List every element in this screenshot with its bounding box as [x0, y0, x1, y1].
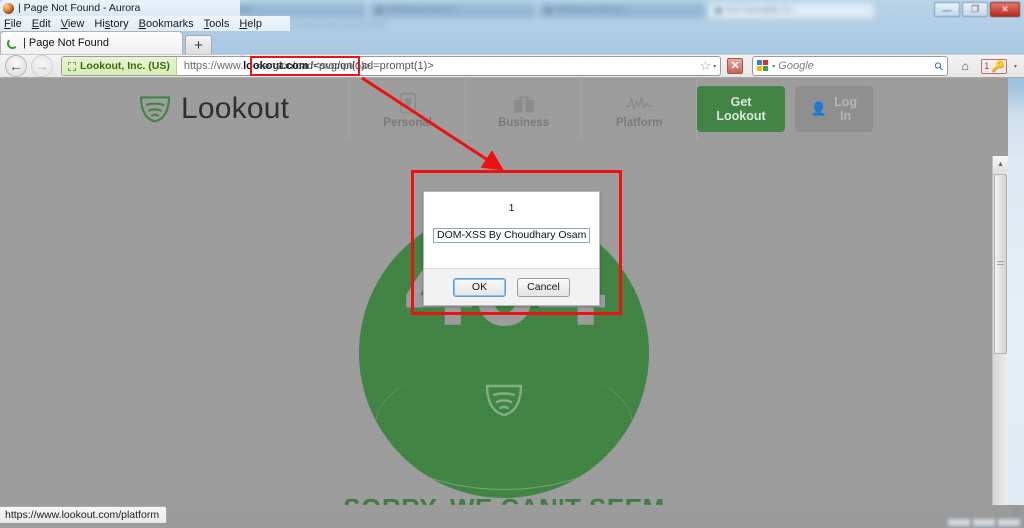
- site-identity-label: Lookout, Inc. (US): [80, 60, 170, 72]
- search-input[interactable]: Google: [778, 60, 932, 72]
- site-identity-lock-icon: [68, 61, 76, 71]
- status-link-url: https://www.lookout.com/platform: [0, 506, 168, 523]
- menu-history[interactable]: History: [94, 18, 128, 30]
- resize-grip-icon[interactable]: [1012, 508, 1021, 516]
- scrollbar-grip-icon: [997, 261, 1004, 267]
- cancel-button[interactable]: Cancel: [517, 277, 570, 297]
- header-actions: Get Lookout 👤 Log In: [697, 86, 873, 132]
- tab-page-not-found[interactable]: | Page Not Found: [0, 31, 183, 54]
- get-lookout-button[interactable]: Get Lookout: [697, 86, 785, 132]
- scroll-up-button[interactable]: ▲: [993, 156, 1008, 172]
- chevron-down-icon[interactable]: ▾: [713, 63, 716, 70]
- nav-label: Personal: [383, 116, 432, 129]
- briefcase-icon: [513, 90, 535, 114]
- new-tab-button[interactable]: +: [185, 35, 212, 54]
- site-nav: Personal Business Platform: [349, 79, 698, 139]
- menu-edit[interactable]: Edit: [32, 18, 51, 30]
- javascript-prompt-dialog: 1 OK Cancel: [423, 191, 600, 306]
- pulse-waveform-icon: [625, 90, 653, 114]
- toolbar-overflow-icon[interactable]: ▾: [1014, 63, 1017, 70]
- dialog-message: 1: [508, 202, 515, 214]
- nav-item-personal[interactable]: Personal: [349, 79, 465, 139]
- dialog-footer: OK Cancel: [424, 268, 599, 305]
- lookout-shield-icon: [483, 383, 525, 417]
- person-icon: 👤: [810, 101, 828, 116]
- search-bar[interactable]: ▾ Google ⚲: [752, 56, 949, 76]
- error-message: SORRY, WE CAN'T SEEM: [343, 493, 664, 505]
- url-host: lookout.com: [243, 60, 309, 72]
- tabstrip: | Page Not Found +: [0, 31, 215, 54]
- logo-text: Lookout: [181, 92, 290, 125]
- forward-button[interactable]: →: [31, 55, 53, 77]
- window-titlebar: | Page Not Found - Aurora: [0, 0, 240, 16]
- lookout-logo[interactable]: Lookout: [138, 92, 289, 126]
- navigation-toolbar: ← → Lookout, Inc. (US) https://www.looko…: [0, 54, 1024, 78]
- url-path: /<svg/onload=prompt(1)>: [310, 60, 434, 72]
- dialog-body: 1: [424, 192, 599, 268]
- tab-label: | Page Not Found: [23, 37, 110, 49]
- lookout-shield-icon: [138, 95, 172, 123]
- window-title: | Page Not Found - Aurora: [18, 2, 141, 14]
- scrollbar-thumb[interactable]: [994, 174, 1007, 354]
- aurora-orb-icon: [3, 2, 14, 14]
- nav-item-platform[interactable]: Platform: [581, 79, 698, 139]
- back-button[interactable]: ←: [5, 55, 27, 77]
- site-header: Lookout Personal Business Platform Get L…: [0, 78, 1008, 140]
- decorative-arc: [375, 360, 633, 490]
- menu-tools[interactable]: Tools: [204, 18, 230, 30]
- addon-badge[interactable]: 1 🔑: [981, 58, 1007, 74]
- url-text: https://www.lookout.com/<svg/onload=prom…: [177, 60, 436, 72]
- chevron-down-icon[interactable]: ▾: [772, 63, 775, 70]
- menu-file[interactable]: File: [4, 18, 22, 30]
- ok-button[interactable]: OK: [453, 277, 506, 297]
- menu-view[interactable]: View: [61, 18, 85, 30]
- aurora-browser-window: | Page Not Found - Aurora File Edit View…: [0, 0, 1024, 528]
- vertical-scrollbar[interactable]: ▲ ▼: [992, 156, 1008, 505]
- login-label: Log In: [834, 95, 857, 123]
- home-button[interactable]: ⌂: [955, 56, 975, 76]
- loading-spinner-icon: [7, 37, 18, 49]
- address-bar[interactable]: Lookout, Inc. (US) https://www.lookout.c…: [61, 56, 722, 76]
- menubar: File Edit View History Bookmarks Tools H…: [0, 16, 290, 31]
- status-bar: https://www.lookout.com/platform: [0, 505, 1024, 528]
- google-icon[interactable]: [757, 60, 769, 72]
- key-icon: 🔑: [991, 60, 1005, 73]
- addon-count: 1: [984, 61, 990, 71]
- nav-label: Business: [498, 116, 550, 129]
- dialog-input[interactable]: [433, 227, 590, 243]
- taskbar-items: [948, 519, 1020, 526]
- magnifier-icon[interactable]: ⚲: [932, 59, 946, 73]
- url-prefix: https://www.: [183, 60, 244, 72]
- site-identity-button[interactable]: Lookout, Inc. (US): [62, 57, 177, 75]
- menu-help[interactable]: Help: [239, 18, 262, 30]
- bookmark-star-icon[interactable]: ☆: [700, 58, 712, 74]
- phone-shield-icon: [399, 90, 416, 114]
- stop-button[interactable]: ✕: [727, 58, 744, 74]
- nav-item-business[interactable]: Business: [465, 79, 581, 139]
- nav-label: Platform: [615, 116, 663, 129]
- menu-bookmarks[interactable]: Bookmarks: [139, 18, 194, 30]
- login-button[interactable]: 👤 Log In: [794, 86, 873, 132]
